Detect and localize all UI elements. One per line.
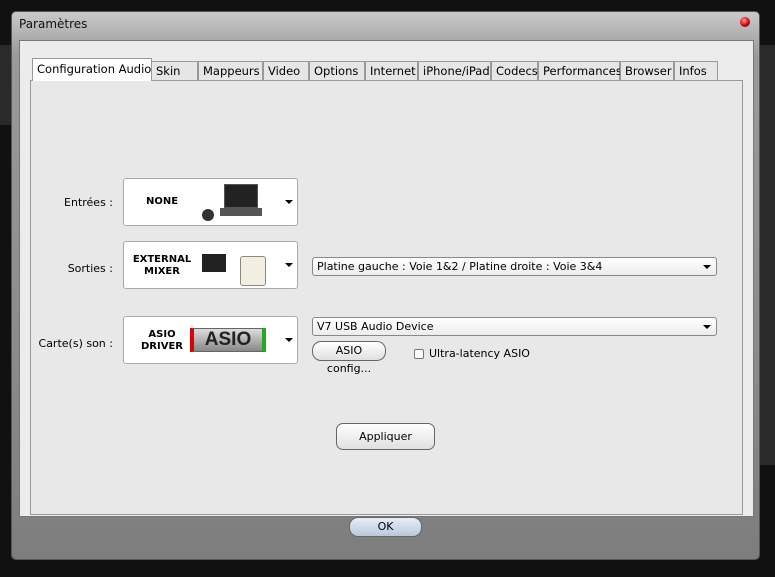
tab-internet[interactable]: Internet [365, 61, 418, 80]
apply-button[interactable]: Appliquer [336, 423, 435, 450]
background-app [0, 45, 11, 125]
asio-config-button[interactable]: ASIO config... [312, 341, 386, 375]
window-title: Paramètres [19, 17, 88, 31]
chevron-down-icon [703, 265, 711, 269]
tab-skin[interactable]: Skin [151, 61, 198, 80]
tab-options[interactable]: Options [309, 61, 365, 80]
asio-logo: ASIO [190, 328, 266, 352]
chevron-down-icon [285, 338, 293, 342]
outputs-label: Sorties : [67, 262, 113, 275]
soundcard-value-line1: ASIO [148, 329, 176, 340]
soundcard-value-line2: DRIVER [141, 341, 183, 352]
tab-iphone-ipad[interactable]: iPhone/iPad [418, 61, 491, 80]
tab-configuration-audio[interactable]: Configuration Audio [32, 58, 152, 81]
device-select[interactable]: V7 USB Audio Device [312, 317, 717, 336]
settings-dialog: Paramètres Configuration Audio Skin Mappeu… [11, 11, 760, 560]
tab-panel-audio: Entrées : NONE Sorties : EXTERNAL MIXER [30, 80, 743, 515]
dialog-body: Configuration Audio Skin Mappeurs Video Opti… [19, 40, 754, 517]
laptop-mixer-icon [202, 246, 268, 288]
tab-mappeurs[interactable]: Mappeurs [198, 61, 263, 80]
device-value: V7 USB Audio Device [317, 320, 434, 333]
tab-performances[interactable]: Performances [538, 61, 622, 80]
inputs-value: NONE [145, 196, 179, 207]
tab-browser[interactable]: Browser [620, 61, 674, 80]
chevron-down-icon [703, 325, 711, 329]
ultra-latency-checkbox[interactable] [414, 349, 424, 359]
background-app [760, 45, 775, 465]
outputs-selector[interactable]: EXTERNAL MIXER [123, 241, 298, 289]
outputs-value-line2: MIXER [144, 266, 180, 277]
outputs-value-line1: EXTERNAL [132, 254, 192, 265]
tab-codecs[interactable]: Codecs [491, 61, 538, 80]
inputs-label: Entrées : [64, 196, 113, 209]
routing-select[interactable]: Platine gauche : Voie 1&2 / Platine droi… [312, 257, 717, 276]
chevron-down-icon [285, 263, 293, 267]
tab-video[interactable]: Video [263, 61, 309, 80]
ok-button[interactable]: OK [349, 517, 422, 537]
chevron-down-icon [285, 200, 293, 204]
soundcard-selector[interactable]: ASIO DRIVER ASIO [123, 316, 298, 364]
inputs-selector[interactable]: NONE [123, 178, 298, 226]
soundcard-label: Carte(s) son : [38, 337, 113, 350]
ultra-latency-label: Ultra-latency ASIO [429, 347, 530, 360]
tab-infos[interactable]: Infos [674, 61, 718, 80]
laptop-mouse-icon [202, 184, 262, 222]
close-icon[interactable] [740, 17, 750, 27]
routing-value: Platine gauche : Voie 1&2 / Platine droi… [317, 260, 603, 273]
